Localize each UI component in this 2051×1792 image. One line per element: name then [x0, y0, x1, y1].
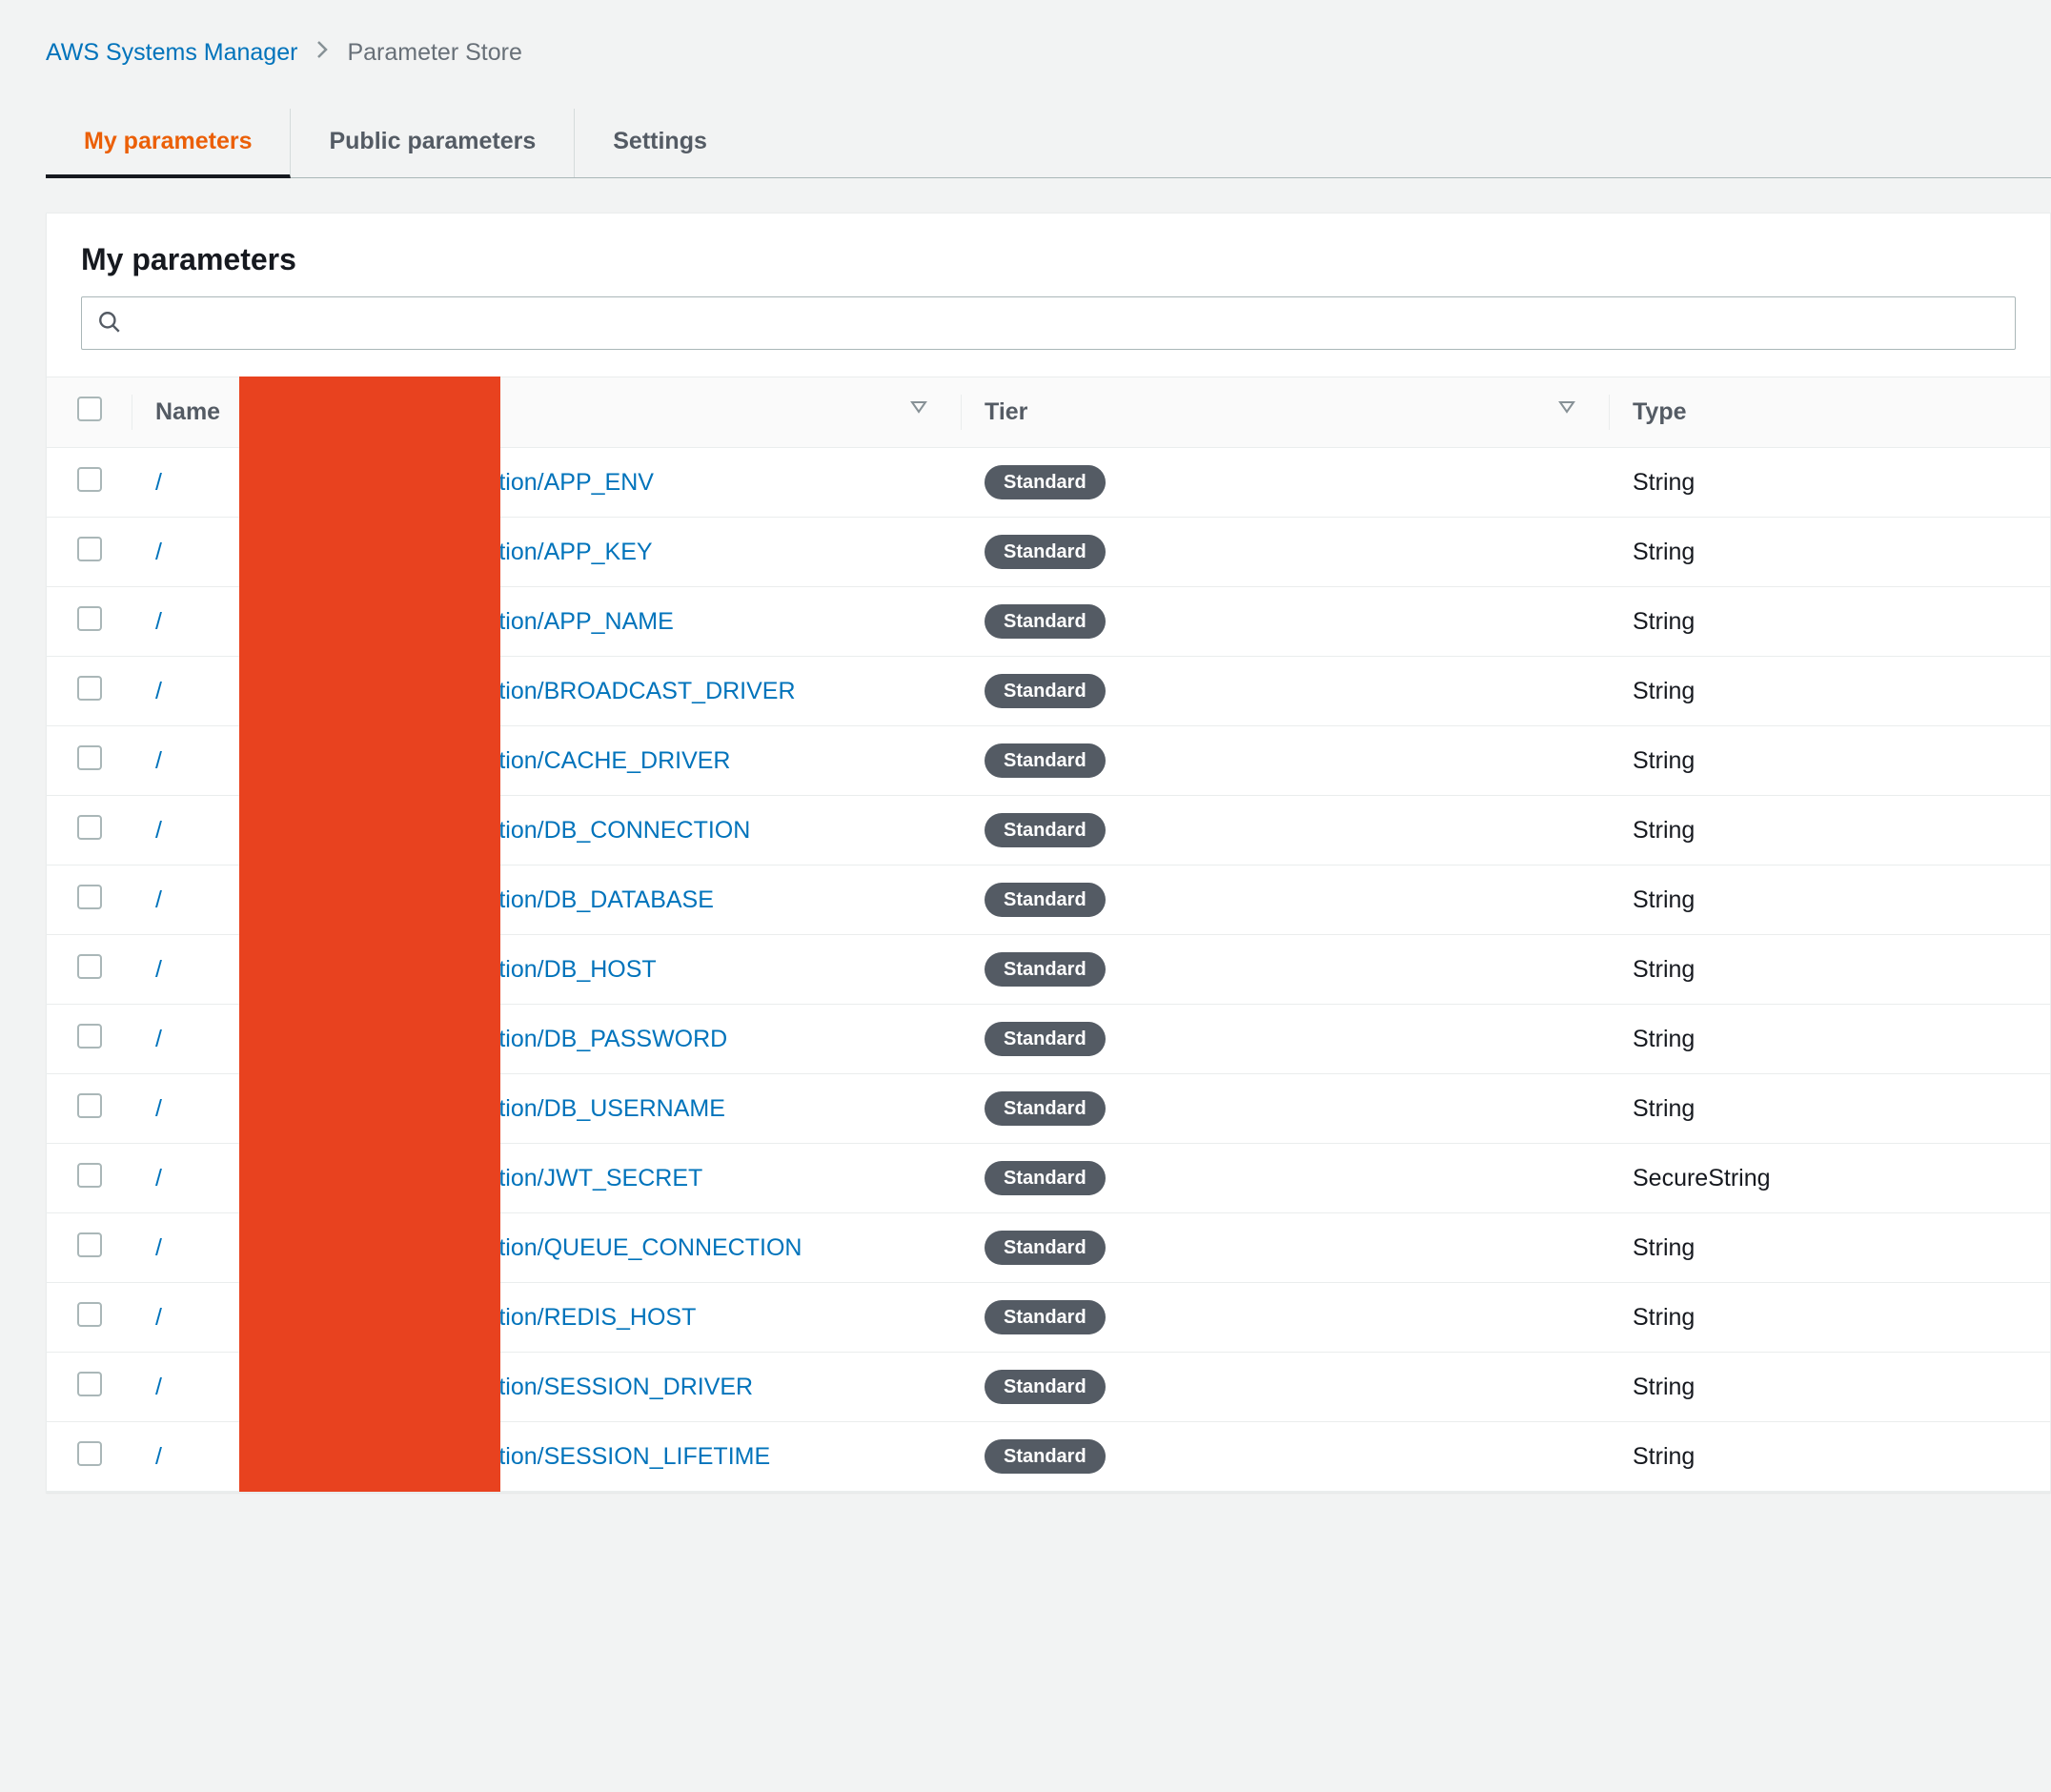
- column-header-tier[interactable]: Tier: [985, 398, 1027, 425]
- parameter-name-link[interactable]: //production/APP_KEY: [155, 539, 653, 565]
- table-row: //production/APP_KEY Standard String: [47, 518, 2050, 587]
- table-row: //production/QUEUE_CONNECTION Standard S…: [47, 1213, 2050, 1283]
- tier-badge: Standard: [985, 604, 1106, 639]
- type-value: String: [1633, 608, 1695, 635]
- tier-badge: Standard: [985, 1370, 1106, 1404]
- tier-badge: Standard: [985, 535, 1106, 569]
- row-checkbox[interactable]: [77, 1232, 102, 1257]
- row-checkbox[interactable]: [77, 1372, 102, 1396]
- table-row: //production/DB_DATABASE Standard String: [47, 865, 2050, 935]
- type-value: String: [1633, 678, 1695, 704]
- type-value: String: [1633, 469, 1695, 496]
- tab-my-parameters[interactable]: My parameters: [46, 109, 291, 178]
- table-row: //production/APP_NAME Standard String: [47, 587, 2050, 657]
- table-row: //production/JWT_SECRET Standard SecureS…: [47, 1144, 2050, 1213]
- table-row: //production/DB_HOST Standard String: [47, 935, 2050, 1005]
- table-row: //production/CACHE_DRIVER Standard Strin…: [47, 726, 2050, 796]
- row-checkbox[interactable]: [77, 1302, 102, 1327]
- tier-badge: Standard: [985, 1231, 1106, 1265]
- parameter-name-link[interactable]: //production/JWT_SECRET: [155, 1165, 702, 1191]
- row-checkbox[interactable]: [77, 1163, 102, 1188]
- chevron-right-icon: [315, 38, 330, 67]
- parameter-name-link[interactable]: //production/QUEUE_CONNECTION: [155, 1234, 802, 1261]
- tier-badge: Standard: [985, 465, 1106, 499]
- parameter-name-link[interactable]: //production/CACHE_DRIVER: [155, 747, 730, 774]
- type-value: String: [1633, 1374, 1695, 1400]
- table-row: //production/REDIS_HOST Standard String: [47, 1283, 2050, 1353]
- type-value: SecureString: [1633, 1165, 1771, 1191]
- type-value: String: [1633, 1443, 1695, 1470]
- table-row: //production/BROADCAST_DRIVER Standard S…: [47, 657, 2050, 726]
- table-row: //production/SESSION_DRIVER Standard Str…: [47, 1353, 2050, 1422]
- row-checkbox[interactable]: [77, 815, 102, 840]
- row-checkbox[interactable]: [77, 467, 102, 492]
- type-value: String: [1633, 747, 1695, 774]
- type-value: String: [1633, 1234, 1695, 1261]
- row-checkbox[interactable]: [77, 885, 102, 909]
- parameter-name-link[interactable]: //production/BROADCAST_DRIVER: [155, 678, 796, 704]
- table-row: //production/APP_ENV Standard String: [47, 448, 2050, 518]
- sort-icon[interactable]: [910, 398, 927, 418]
- search-box[interactable]: [81, 296, 2016, 350]
- type-value: String: [1633, 1026, 1695, 1052]
- type-value: String: [1633, 956, 1695, 983]
- row-checkbox[interactable]: [77, 676, 102, 701]
- table-row: //production/DB_CONNECTION Standard Stri…: [47, 796, 2050, 865]
- table-row: //production/DB_USERNAME Standard String: [47, 1074, 2050, 1144]
- table-row: //production/DB_PASSWORD Standard String: [47, 1005, 2050, 1074]
- column-header-name[interactable]: Name: [155, 398, 220, 425]
- parameter-name-link[interactable]: //production/REDIS_HOST: [155, 1304, 696, 1331]
- search-input[interactable]: [133, 311, 2000, 336]
- row-checkbox[interactable]: [77, 1093, 102, 1118]
- panel-my-parameters: My parameters: [46, 213, 2051, 1493]
- row-checkbox[interactable]: [77, 1441, 102, 1466]
- tab-public-parameters[interactable]: Public parameters: [291, 109, 575, 177]
- tier-badge: Standard: [985, 883, 1106, 917]
- type-value: String: [1633, 1304, 1695, 1331]
- type-value: String: [1633, 886, 1695, 913]
- parameter-name-link[interactable]: //production/APP_ENV: [155, 469, 654, 496]
- type-value: String: [1633, 1095, 1695, 1122]
- parameter-name-link[interactable]: //production/DB_CONNECTION: [155, 817, 750, 844]
- breadcrumb-root-link[interactable]: AWS Systems Manager: [46, 39, 297, 67]
- column-header-type[interactable]: Type: [1633, 398, 1687, 425]
- tier-badge: Standard: [985, 1439, 1106, 1474]
- tier-badge: Standard: [985, 813, 1106, 847]
- breadcrumb-current: Parameter Store: [347, 39, 521, 67]
- tab-settings[interactable]: Settings: [575, 109, 745, 177]
- tier-badge: Standard: [985, 1300, 1106, 1334]
- parameter-name-link[interactable]: //production/DB_PASSWORD: [155, 1026, 727, 1052]
- parameters-table: Name Tier: [47, 377, 2050, 1492]
- table-row: //production/SESSION_LIFETIME Standard S…: [47, 1422, 2050, 1492]
- row-checkbox[interactable]: [77, 745, 102, 770]
- panel-title: My parameters: [81, 242, 2016, 277]
- row-checkbox[interactable]: [77, 606, 102, 631]
- tier-badge: Standard: [985, 1022, 1106, 1056]
- row-checkbox[interactable]: [77, 954, 102, 979]
- row-checkbox[interactable]: [77, 1024, 102, 1049]
- type-value: String: [1633, 539, 1695, 565]
- select-all-checkbox[interactable]: [77, 397, 102, 421]
- search-icon: [97, 310, 122, 337]
- row-checkbox[interactable]: [77, 537, 102, 561]
- parameter-name-link[interactable]: //production/SESSION_LIFETIME: [155, 1443, 770, 1470]
- tier-badge: Standard: [985, 674, 1106, 708]
- parameter-name-link[interactable]: //production/DB_USERNAME: [155, 1095, 725, 1122]
- tier-badge: Standard: [985, 952, 1106, 987]
- type-value: String: [1633, 817, 1695, 844]
- parameter-name-link[interactable]: //production/DB_DATABASE: [155, 886, 714, 913]
- parameter-name-link[interactable]: //production/DB_HOST: [155, 956, 657, 983]
- tabs: My parameters Public parameters Settings: [46, 109, 2051, 178]
- breadcrumb: AWS Systems Manager Parameter Store: [46, 38, 2051, 67]
- tier-badge: Standard: [985, 1091, 1106, 1126]
- parameter-name-link[interactable]: //production/SESSION_DRIVER: [155, 1374, 753, 1400]
- tier-badge: Standard: [985, 743, 1106, 778]
- tier-badge: Standard: [985, 1161, 1106, 1195]
- parameter-name-link[interactable]: //production/APP_NAME: [155, 608, 674, 635]
- sort-icon[interactable]: [1558, 398, 1575, 418]
